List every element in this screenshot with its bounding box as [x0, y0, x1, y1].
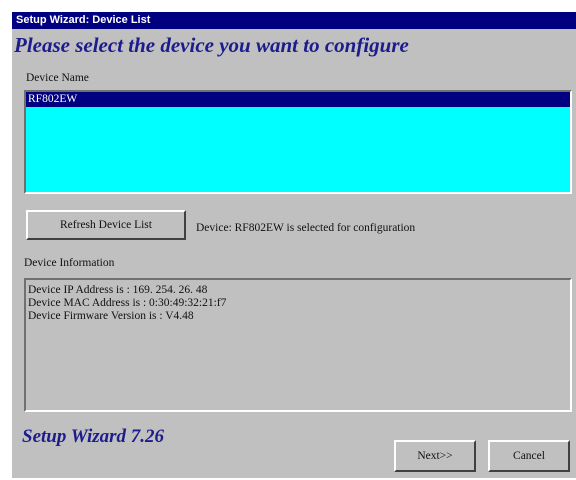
next-button[interactable]: Next>>: [394, 440, 476, 472]
title-bar: Setup Wizard: Device List: [12, 12, 576, 29]
mac-address-line: Device MAC Address is : 0:30:49:32:21:f7: [28, 297, 227, 309]
device-information-box: Device IP Address is : 169. 254. 26. 48 …: [24, 278, 572, 412]
setup-wizard-window: Setup Wizard: Device List Please select …: [12, 12, 576, 478]
device-name-label: Device Name: [26, 72, 89, 84]
refresh-device-list-button[interactable]: Refresh Device List: [26, 210, 186, 240]
device-information-label: Device Information: [24, 257, 115, 269]
device-list-item[interactable]: RF802EW: [26, 92, 570, 107]
ip-address-line: Device IP Address is : 169. 254. 26. 48: [28, 284, 208, 296]
selection-status-text: Device: RF802EW is selected for configur…: [196, 222, 416, 234]
firmware-version-line: Device Firmware Version is : V4.48: [28, 310, 194, 322]
device-list[interactable]: RF802EW: [24, 90, 572, 194]
cancel-button[interactable]: Cancel: [488, 440, 570, 472]
window-title: Setup Wizard: Device List: [16, 14, 151, 26]
page-heading: Please select the device you want to con…: [14, 33, 409, 57]
wizard-version-label: Setup Wizard 7.26: [22, 426, 165, 447]
